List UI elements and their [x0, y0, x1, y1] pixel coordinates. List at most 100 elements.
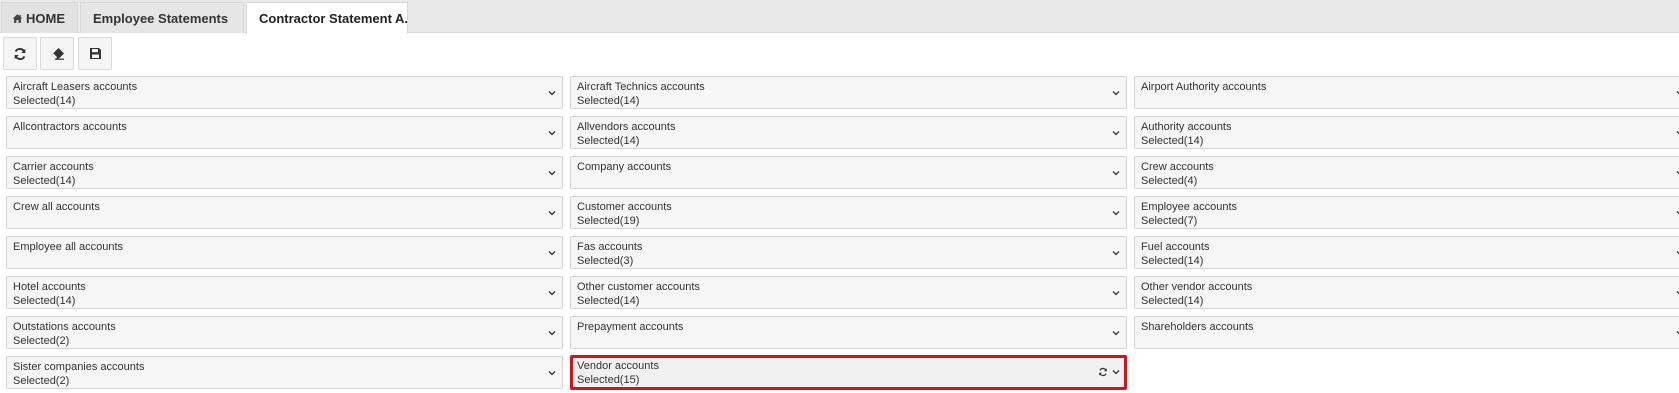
field-label: Allvendors accounts: [577, 121, 676, 133]
allvendors-accounts-select[interactable]: Allvendors accounts Selected(14): [570, 116, 1127, 149]
carrier-accounts-select[interactable]: Carrier accounts Selected(14): [6, 156, 563, 189]
allcontractors-accounts-select[interactable]: Allcontractors accounts: [6, 116, 563, 149]
field-value: Selected(14): [577, 95, 640, 107]
field-label: Aircraft Leasers accounts: [13, 81, 138, 93]
chevron-down-icon: [548, 291, 556, 296]
chevron-down-icon: [1676, 331, 1679, 335]
chevron-down-icon: [548, 211, 556, 216]
authority-accounts-select[interactable]: Authority accounts Selected(14): [1134, 116, 1679, 149]
aircraft-leasers-accounts-select[interactable]: Aircraft Leasers accounts Selected(14): [6, 76, 563, 109]
field-value: Selected(14): [13, 95, 76, 107]
field-value: Selected(14): [577, 295, 640, 307]
refresh-button[interactable]: [3, 37, 37, 70]
chevron-down-icon: [1112, 291, 1120, 296]
tab-home[interactable]: HOME: [1, 2, 78, 33]
customer-accounts-select[interactable]: Customer accounts Selected(19): [570, 196, 1127, 229]
hotel-accounts-select[interactable]: Hotel accounts Selected(14): [6, 276, 563, 309]
field-value: Selected(19): [577, 215, 640, 227]
chevron-down-icon: [548, 331, 556, 336]
tab-employee-statements-label: Employee Statements: [93, 10, 229, 26]
tab-contractor-statement[interactable]: Contractor Statement A...: [246, 2, 408, 34]
field-label: Fuel accounts: [1141, 241, 1210, 253]
aircraft-technics-accounts-select[interactable]: Aircraft Technics accounts Selected(14): [570, 76, 1127, 109]
chevron-down-icon: [1112, 91, 1120, 96]
field-label: Sister companies accounts: [13, 361, 145, 373]
home-icon: [12, 13, 23, 23]
field-label: Prepayment accounts: [577, 321, 684, 333]
field-value: Selected(14): [577, 135, 640, 147]
field-label: Company accounts: [577, 161, 672, 173]
tab-employee-statements[interactable]: Employee Statements: [80, 2, 244, 33]
field-value: Selected(14): [13, 175, 76, 187]
tab-bar: HOME Employee Statements Contractor Stat…: [0, 0, 1679, 34]
chevron-down-icon: [1676, 91, 1679, 95]
field-label: Other customer accounts: [577, 281, 700, 293]
field-value: Selected(2): [13, 335, 70, 347]
field-label: Employee accounts: [1141, 201, 1237, 213]
chevron-down-icon: [1112, 251, 1120, 256]
chevron-down-icon: [548, 171, 556, 176]
clear-button[interactable]: [40, 37, 74, 70]
field-label: Employee all accounts: [13, 241, 124, 253]
crew-accounts-select[interactable]: Crew accounts Selected(4): [1134, 156, 1679, 189]
outstations-accounts-select[interactable]: Outstations accounts Selected(2): [6, 316, 563, 349]
fuel-accounts-select[interactable]: Fuel accounts Selected(14): [1134, 236, 1679, 269]
chevron-down-icon: [548, 251, 556, 256]
field-label: Customer accounts: [577, 201, 672, 213]
field-label: Allcontractors accounts: [13, 121, 127, 133]
refresh-icon: [14, 47, 26, 60]
field-label: Authority accounts: [1141, 121, 1232, 133]
field-value: Selected(14): [1141, 135, 1204, 147]
prepayment-accounts-select[interactable]: Prepayment accounts: [570, 316, 1127, 349]
refresh-icon[interactable]: [1098, 367, 1108, 377]
field-label: Outstations accounts: [13, 321, 116, 333]
chevron-down-icon: [1676, 251, 1679, 255]
chevron-down-icon: [1676, 131, 1679, 135]
field-label: Carrier accounts: [13, 161, 94, 173]
chevron-down-icon: [548, 91, 556, 96]
chevron-down-icon: [548, 371, 556, 376]
field-label: Other vendor accounts: [1141, 281, 1253, 293]
field-value: Selected(2): [13, 375, 70, 387]
field-value: Selected(4): [1141, 175, 1198, 187]
tab-home-label: HOME: [26, 10, 65, 26]
chevron-down-icon: [1112, 331, 1120, 336]
field-label: Hotel accounts: [13, 281, 86, 293]
field-label: Fas accounts: [577, 241, 643, 253]
employee-all-accounts-select[interactable]: Employee all accounts: [6, 236, 563, 269]
crew-all-accounts-select[interactable]: Crew all accounts: [6, 196, 563, 229]
field-value: Selected(14): [1141, 255, 1204, 267]
field-label: Crew all accounts: [13, 201, 100, 213]
account-filters-grid: Aircraft Leasers accounts Selected(14) Air…: [6, 76, 1679, 390]
tab-contractor-statement-label: Contractor Statement A...: [259, 11, 408, 26]
field-value: Selected(15): [577, 374, 640, 386]
fas-accounts-select[interactable]: Fas accounts Selected(3): [570, 236, 1127, 269]
chevron-down-icon: [1112, 370, 1120, 375]
chevron-down-icon: [1112, 211, 1120, 216]
save-icon: [89, 48, 101, 59]
chevron-down-icon: [1112, 171, 1120, 176]
field-label: Aircraft Technics accounts: [577, 81, 705, 93]
field-value: Selected(14): [1141, 295, 1204, 307]
sister-companies-accounts-select[interactable]: Sister companies accounts Selected(2): [6, 356, 563, 389]
airport-authority-accounts-select[interactable]: Airport Authority accounts: [1134, 76, 1679, 109]
field-label: Airport Authority accounts: [1141, 81, 1267, 93]
eraser-icon: [51, 48, 64, 60]
chevron-down-icon: [548, 131, 556, 136]
field-label: Vendor accounts: [577, 360, 659, 372]
other-vendor-accounts-select[interactable]: Other vendor accounts Selected(14): [1134, 276, 1679, 309]
field-label: Crew accounts: [1141, 161, 1214, 173]
other-customer-accounts-select[interactable]: Other customer accounts Selected(14): [570, 276, 1127, 309]
chevron-down-icon: [1676, 291, 1679, 295]
vendor-accounts-select[interactable]: Vendor accounts Selected(15): [570, 355, 1127, 390]
field-value: Selected(7): [1141, 215, 1198, 227]
employee-accounts-select[interactable]: Employee accounts Selected(7): [1134, 196, 1679, 229]
field-value: Selected(3): [577, 255, 634, 267]
save-button[interactable]: [78, 37, 112, 70]
company-accounts-select[interactable]: Company accounts: [570, 156, 1127, 189]
field-label: Shareholders accounts: [1141, 321, 1254, 333]
chevron-down-icon: [1676, 171, 1679, 175]
shareholders-accounts-select[interactable]: Shareholders accounts: [1134, 316, 1679, 349]
chevron-down-icon: [1112, 131, 1120, 136]
chevron-down-icon: [1676, 211, 1679, 215]
